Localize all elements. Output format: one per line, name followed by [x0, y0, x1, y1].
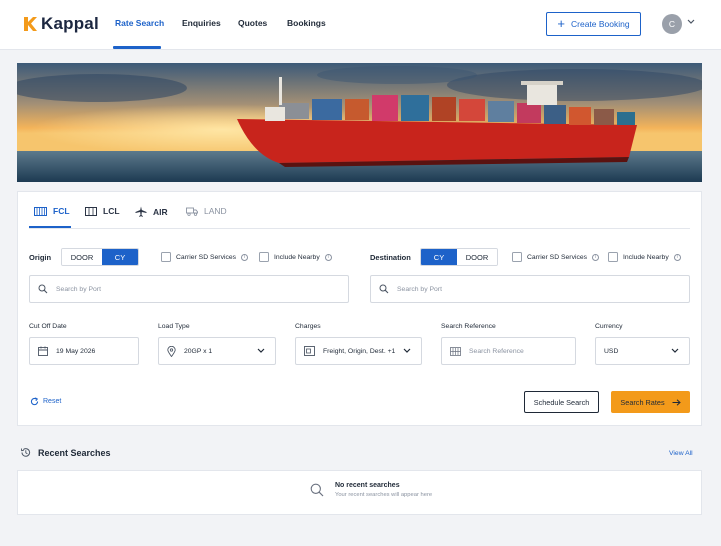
info-icon[interactable]: i — [241, 253, 249, 261]
origin-door-option[interactable]: DOOR — [62, 249, 102, 265]
tab-land[interactable]: LAND — [186, 206, 227, 216]
plane-icon — [135, 206, 147, 217]
barcode-icon — [450, 346, 461, 356]
charges-select[interactable]: Freight, Origin, Dest. +1 — [295, 337, 422, 365]
charges-label: Charges — [295, 323, 321, 330]
destination-port-search-input[interactable]: Search by Port — [370, 275, 690, 303]
destination-door-option[interactable]: DOOR — [457, 249, 497, 265]
cutoff-date-value: 19 May 2026 — [56, 347, 96, 355]
nav-active-indicator — [113, 46, 161, 49]
checkbox-box[interactable] — [161, 252, 171, 262]
mode-tabs-divider — [29, 228, 690, 229]
calendar-icon — [38, 346, 48, 356]
chevron-down-icon[interactable] — [687, 19, 695, 25]
recent-searches-title: Recent Searches — [38, 447, 111, 458]
search-reference-input[interactable]: Search Reference — [441, 337, 576, 365]
origin-include-nearby-checkbox[interactable]: Include Nearby i — [259, 252, 332, 262]
view-all-link[interactable]: View All — [669, 450, 693, 457]
origin-include-nearby-label: Include Nearby — [274, 253, 320, 261]
origin-cy-option[interactable]: CY — [102, 249, 138, 265]
pallet-icon — [85, 206, 97, 216]
load-type-label: Load Type — [158, 323, 190, 330]
nav-enquiries[interactable]: Enquiries — [182, 18, 221, 28]
empty-state-subtitle: Your recent searches will appear here — [335, 492, 433, 498]
load-type-value: 20GP x 1 — [184, 347, 213, 355]
empty-state-title: No recent searches — [335, 482, 400, 489]
currency-label: Currency — [595, 323, 623, 330]
origin-port-placeholder: Search by Port — [56, 285, 101, 293]
destination-carrier-sd-label: Carrier SD Services — [527, 253, 588, 261]
mode-active-indicator — [29, 226, 71, 228]
checkbox-box[interactable] — [608, 252, 618, 262]
chevron-down-icon — [671, 348, 679, 353]
chevron-down-icon — [403, 348, 411, 353]
search-icon — [379, 284, 389, 294]
origin-label: Origin — [29, 253, 52, 262]
info-icon[interactable]: i — [324, 253, 332, 261]
search-rates-label: Search Rates — [620, 397, 665, 407]
rate-search-card — [17, 191, 702, 426]
destination-type-toggle: CY DOOR — [420, 248, 498, 266]
charges-value: Freight, Origin, Dest. +1 — [323, 347, 396, 355]
history-icon — [21, 448, 31, 457]
location-pin-icon — [167, 345, 176, 357]
empty-state: No recent searches Your recent searches … — [310, 482, 432, 498]
nav-rate-search[interactable]: Rate Search — [115, 18, 164, 28]
destination-port-placeholder: Search by Port — [397, 285, 442, 293]
charges-icon — [304, 346, 315, 356]
reset-label: Reset — [43, 398, 62, 405]
tab-land-label: LAND — [204, 206, 227, 216]
kappal-logo-icon — [24, 17, 37, 31]
arrow-right-icon — [672, 398, 681, 406]
kappal-logo[interactable]: Kappal — [22, 14, 99, 34]
cutoff-date-input[interactable]: 19 May 2026 — [29, 337, 139, 365]
load-type-select[interactable]: 20GP x 1 — [158, 337, 276, 365]
user-avatar[interactable]: C — [662, 14, 682, 34]
top-navigation-bar: Kappal Rate Search Enquiries Quotes Book… — [0, 0, 721, 50]
tab-lcl-label: LCL — [103, 206, 120, 216]
info-icon[interactable]: i — [592, 253, 600, 261]
destination-label: Destination — [370, 253, 411, 262]
tab-air[interactable]: AIR — [135, 206, 168, 217]
schedule-search-button[interactable]: Schedule Search — [524, 391, 599, 413]
origin-port-search-input[interactable]: Search by Port — [29, 275, 349, 303]
search-reference-placeholder: Search Reference — [469, 347, 524, 355]
destination-include-nearby-checkbox[interactable]: Include Nearby i — [608, 252, 681, 262]
search-rates-button[interactable]: Search Rates — [611, 391, 690, 413]
destination-cy-option[interactable]: CY — [421, 249, 457, 265]
checkbox-box[interactable] — [512, 252, 522, 262]
create-booking-button[interactable]: + Create Booking — [546, 12, 641, 36]
info-icon[interactable]: i — [673, 253, 681, 261]
currency-value: USD — [604, 347, 619, 355]
tab-fcl[interactable]: FCL — [34, 206, 70, 216]
reset-icon — [30, 397, 39, 406]
cutoff-date-label: Cut Off Date — [29, 323, 67, 330]
hero-banner-image — [17, 63, 702, 182]
tab-lcl[interactable]: LCL — [85, 206, 120, 216]
destination-include-nearby-label: Include Nearby — [623, 253, 669, 261]
create-booking-label: Create Booking — [571, 19, 630, 29]
search-icon — [310, 483, 324, 497]
origin-type-toggle: DOOR CY — [61, 248, 139, 266]
origin-carrier-sd-label: Carrier SD Services — [176, 253, 237, 261]
tab-fcl-label: FCL — [53, 206, 70, 216]
reset-button[interactable]: Reset — [30, 397, 61, 406]
recent-searches-heading: Recent Searches — [20, 447, 111, 458]
chevron-down-icon — [257, 348, 265, 353]
destination-carrier-sd-checkbox[interactable]: Carrier SD Services i — [512, 252, 600, 262]
nav-bookings[interactable]: Bookings — [287, 18, 326, 28]
plus-icon: + — [557, 16, 565, 31]
checkbox-box[interactable] — [259, 252, 269, 262]
nav-quotes[interactable]: Quotes — [238, 18, 267, 28]
currency-select[interactable]: USD — [595, 337, 690, 365]
truck-icon — [186, 207, 198, 216]
search-icon — [38, 284, 48, 294]
brand-name: Kappal — [41, 14, 99, 33]
search-reference-label: Search Reference — [441, 323, 496, 330]
tab-air-label: AIR — [153, 206, 168, 217]
container-icon — [34, 206, 47, 216]
origin-carrier-sd-checkbox[interactable]: Carrier SD Services i — [161, 252, 249, 262]
